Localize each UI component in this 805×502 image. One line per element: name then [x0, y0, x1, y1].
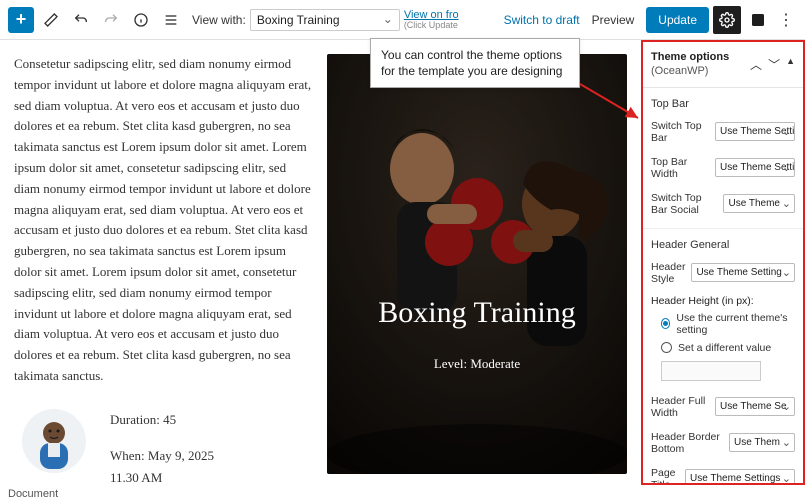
- header-height-input[interactable]: [661, 361, 761, 381]
- radio-use-theme[interactable]: Use the current theme's setting: [643, 309, 803, 339]
- more-options-icon[interactable]: ⋮: [775, 10, 797, 30]
- annotation-callout: You can control the theme options for th…: [370, 38, 580, 88]
- preview-button[interactable]: Preview: [584, 13, 643, 27]
- hero-level[interactable]: Level: Moderate: [434, 356, 520, 372]
- radio-set-value[interactable]: Set a different value: [643, 339, 803, 357]
- header-style-label: Header Style: [651, 261, 685, 285]
- switch-to-draft-button[interactable]: Switch to draft: [504, 13, 580, 27]
- footer-breadcrumb[interactable]: Document: [0, 486, 66, 502]
- settings-icon[interactable]: [713, 6, 741, 34]
- switch-topbar-select[interactable]: Use Theme Settin: [715, 122, 795, 141]
- group-header-title: Header General: [643, 229, 803, 255]
- panel-title: Theme options: [651, 51, 729, 63]
- update-button[interactable]: Update: [646, 7, 709, 33]
- when-date-text: When: May 9, 2025: [110, 445, 214, 467]
- group-topbar-title: Top Bar: [643, 88, 803, 114]
- header-fullwidth-label: Header Full Width: [651, 395, 709, 419]
- switch-topbar-label: Switch Top Bar: [651, 120, 709, 144]
- chevron-down-icon[interactable]: ﹀: [768, 56, 780, 73]
- topbar-width-select[interactable]: Use Theme Settin: [715, 158, 795, 177]
- avatar: [22, 409, 86, 473]
- hero-title[interactable]: Boxing Training: [378, 296, 576, 330]
- redo-icon[interactable]: [98, 7, 124, 33]
- header-border-select[interactable]: Use Them: [729, 433, 795, 452]
- oceanwp-icon[interactable]: [745, 7, 771, 33]
- undo-icon[interactable]: [68, 7, 94, 33]
- duration-text: Duration: 45: [110, 409, 214, 431]
- chevron-up-icon[interactable]: ︿: [750, 56, 762, 73]
- panel-subtitle: (OceanWP): [651, 65, 708, 77]
- topbar-social-select[interactable]: Use Theme: [723, 194, 795, 213]
- info-icon[interactable]: [128, 7, 154, 33]
- header-fullwidth-select[interactable]: Use Theme Se: [715, 397, 795, 416]
- add-block-button[interactable]: +: [8, 7, 34, 33]
- view-with-label: View with:: [192, 13, 246, 27]
- collapse-icon[interactable]: ▲: [786, 56, 795, 73]
- theme-options-panel: Theme options (OceanWP) ︿ ﹀ ▲ Top Bar Sw…: [641, 40, 805, 485]
- hero-block[interactable]: Boxing Training Level: Moderate: [327, 54, 627, 474]
- click-update-hint: (Click Update: [404, 21, 459, 31]
- header-border-label: Header Border Bottom: [651, 431, 723, 455]
- body-paragraph[interactable]: Consetetur sadipscing elitr, sed diam no…: [14, 54, 313, 387]
- topbar-social-label: Switch Top Bar Social: [651, 192, 717, 216]
- outline-icon[interactable]: [158, 7, 184, 33]
- view-on-frontend-link[interactable]: View on fro: [404, 9, 459, 21]
- page-title-select[interactable]: Use Theme Settings: [685, 469, 795, 485]
- when-time-text: 11.30 AM: [110, 467, 214, 485]
- edit-mode-icon[interactable]: [38, 7, 64, 33]
- header-height-label: Header Height (in px):: [643, 291, 803, 309]
- page-title-label: Page Title: [651, 467, 679, 485]
- header-style-select[interactable]: Use Theme Setting: [691, 263, 795, 282]
- topbar-width-label: Top Bar Width: [651, 156, 709, 180]
- template-select[interactable]: Boxing Training: [250, 9, 400, 31]
